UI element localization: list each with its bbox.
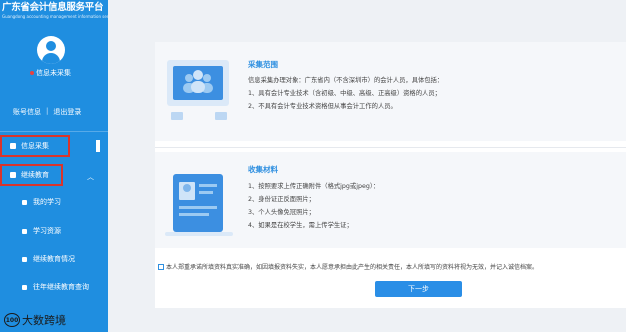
nav-info-collect-label: 信息采集	[21, 142, 49, 150]
account-info-link[interactable]: 账号信息	[13, 107, 41, 117]
user-links: 账号信息 | 退出登录	[13, 107, 81, 117]
brand-title: 广东省会计信息服务平台	[2, 2, 104, 13]
nav-edu-status[interactable]: 继续教育情况	[0, 250, 108, 268]
login-status-text: 信息未采集	[36, 69, 71, 77]
nav-my-study[interactable]: 我的学习	[0, 193, 108, 211]
materials-line: 4、如果是在校学生，需上传学生证；	[248, 222, 353, 229]
user-avatar-icon	[37, 36, 65, 64]
materials-title: 收集材料	[248, 165, 278, 174]
materials-section: 收集材料 1、按照要求上传正确附件（格式jpg或jpeg）： 2、身份证正反面照…	[155, 152, 626, 248]
status-icon	[22, 256, 27, 262]
materials-line: 1、按照要求上传正确附件（格式jpg或jpeg）：	[248, 183, 380, 190]
nav-edu-status-label: 继续教育情况	[33, 255, 75, 263]
chevron-up-icon[interactable]: ︿	[87, 172, 94, 182]
study-icon	[22, 199, 27, 205]
nav-resources-label: 学习资源	[33, 227, 61, 235]
collect-panel: 采集范围 信息采集办理对象：广东省内（不含深圳市）的会计人员，具体包括： 1、具…	[155, 42, 626, 308]
next-step-button[interactable]: 下一步	[375, 281, 462, 297]
book-icon	[10, 172, 16, 178]
history-icon	[22, 284, 27, 290]
login-status: 信息未采集	[30, 68, 71, 78]
brand-subtitle: Guangdong accounting management informat…	[2, 14, 135, 19]
nav-continuing-edu[interactable]: 继续教育	[0, 164, 63, 186]
scope-section: 采集范围 信息采集办理对象：广东省内（不含深圳市）的会计人员，具体包括： 1、具…	[155, 42, 626, 141]
resource-icon	[22, 228, 27, 234]
nav-continuing-edu-label: 继续教育	[21, 171, 49, 179]
watermark: 100 大数跨境	[4, 312, 66, 328]
nav-info-collect[interactable]: 信息采集	[0, 135, 70, 157]
materials-line: 3、个人头像免冠照片；	[248, 209, 315, 216]
link-divider: |	[46, 107, 49, 115]
nav-resources[interactable]: 学习资源	[0, 222, 108, 240]
scope-title: 采集范围	[248, 60, 278, 69]
section-divider	[155, 147, 626, 148]
watermark-text: 大数跨境	[22, 314, 66, 327]
people-screen-illustration	[167, 60, 229, 120]
id-card-illustration	[165, 174, 233, 236]
nav-my-study-label: 我的学习	[33, 198, 61, 206]
sidebar: 广东省会计信息服务平台 Guangdong accounting managem…	[0, 0, 135, 332]
agreement-text: 本人郑重承诺所填资料真实准确，如因填报资料失实，本人愿意承担由此产生的相关责任，…	[166, 264, 539, 271]
agreement-row: 本人郑重承诺所填资料真实准确，如因填报资料失实，本人愿意承担由此产生的相关责任，…	[158, 262, 538, 271]
status-dot-icon	[30, 71, 34, 75]
active-indicator	[96, 140, 100, 152]
scope-line: 1、具有会计专业技术（含初级、中级、高级、正高级）资格的人员；	[248, 90, 441, 97]
materials-line: 2、身份证正反面照片；	[248, 196, 315, 203]
main-content: 采集范围 信息采集办理对象：广东省内（不含深圳市）的会计人员，具体包括： 1、具…	[108, 0, 626, 332]
agreement-checkbox[interactable]	[158, 263, 164, 270]
nav-past-query[interactable]: 往年继续教育查询	[0, 278, 108, 296]
watermark-logo-icon: 100	[4, 313, 20, 327]
scope-line: 信息采集办理对象：广东省内（不含深圳市）的会计人员，具体包括：	[248, 77, 444, 84]
menu-divider	[0, 131, 108, 132]
document-icon	[10, 143, 16, 149]
brand: 广东省会计信息服务平台 Guangdong accounting managem…	[2, 2, 135, 19]
nav-past-query-label: 往年继续教育查询	[33, 283, 89, 291]
logout-link[interactable]: 退出登录	[53, 107, 81, 117]
scope-line: 2、不具有会计专业技术资格但从事会计工作的人员。	[248, 103, 397, 110]
